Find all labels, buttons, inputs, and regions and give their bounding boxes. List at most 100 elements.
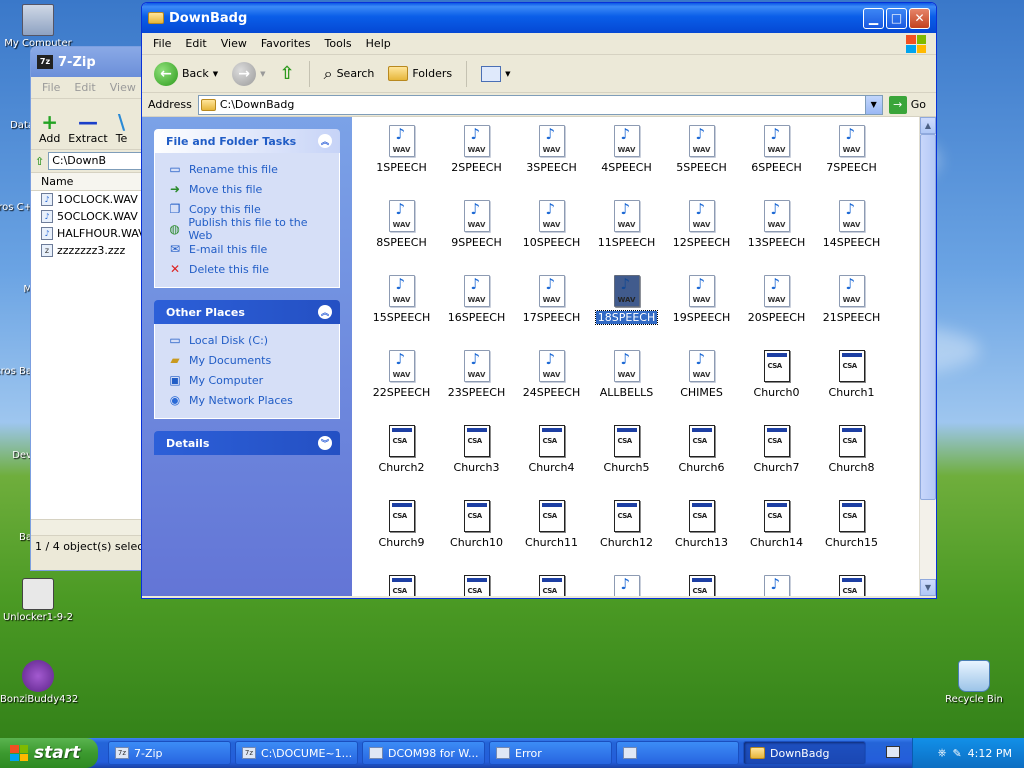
place-my-documents[interactable]: ▰ My Documents [167, 350, 329, 370]
zip-column-name[interactable]: Name [31, 173, 149, 191]
panel-header[interactable]: File and Folder Tasks ︽ [154, 129, 340, 153]
file-item[interactable]: 12SPEECH [664, 200, 739, 275]
keyboard-icon[interactable] [886, 746, 900, 758]
file-item[interactable]: 23SPEECH [439, 350, 514, 425]
task-downbadg[interactable]: DownBadg [743, 741, 866, 765]
file-item[interactable]: 9SPEECH [439, 200, 514, 275]
maximize-button[interactable]: □ [886, 7, 907, 29]
minimize-button[interactable]: ▁ [863, 7, 884, 29]
zip-titlebar[interactable]: 7z 7-Zip [31, 47, 149, 77]
file-item[interactable]: 13SPEECH [739, 200, 814, 275]
zip-menu-file[interactable]: File [35, 81, 67, 94]
expand-icon[interactable]: ︾ [318, 436, 332, 450]
collapse-icon[interactable]: ︽ [318, 305, 332, 319]
zip-menu-view[interactable]: View [103, 81, 143, 94]
desktop-icon-partial-micros[interactable]: Micros C+ [0, 178, 32, 213]
file-item[interactable] [514, 575, 589, 596]
file-item[interactable]: Church6 [664, 425, 739, 500]
task-delete[interactable]: ✕ Delete this file [167, 259, 329, 279]
file-view[interactable]: 1SPEECH 2SPEECH 3SPEECH 4SPEECH 5SPEECH 6SPEE… [352, 117, 936, 596]
desktop-icon-bonzibuddy[interactable]: BonziBuddy432 [0, 660, 78, 705]
file-item[interactable]: Church14 [739, 500, 814, 575]
menu-tools[interactable]: Tools [318, 37, 359, 50]
desktop-icon-my-computer[interactable]: My Computer [0, 4, 76, 49]
file-item[interactable]: 19SPEECH [664, 275, 739, 350]
search-button[interactable]: ⌕ Search [320, 62, 379, 86]
file-item[interactable] [364, 575, 439, 596]
zip-horizontal-scrollbar[interactable] [31, 519, 149, 535]
collapse-icon[interactable]: ︽ [318, 134, 332, 148]
file-item[interactable]: 16SPEECH [439, 275, 514, 350]
file-item[interactable]: 5SPEECH [664, 125, 739, 200]
file-item[interactable]: Church13 [664, 500, 739, 575]
desktop-icon-partial-micros-ba[interactable]: Micros Ba [0, 342, 32, 377]
file-item[interactable]: 7SPEECH [814, 125, 889, 200]
task-dcom98[interactable]: DCOM98 for W... [362, 741, 485, 765]
file-item[interactable]: 18SPEECH [589, 275, 664, 350]
address-field[interactable]: C:\DownBadg ▼ [197, 94, 883, 115]
file-item[interactable]: Church3 [439, 425, 514, 500]
desktop-icon-partial-m[interactable]: M [0, 260, 32, 295]
file-item[interactable]: 2SPEECH [439, 125, 514, 200]
file-item[interactable] [439, 575, 514, 596]
go-button[interactable]: → Go [888, 95, 932, 114]
network-tray-icon[interactable]: ⎈ [938, 746, 947, 760]
clock[interactable]: 4:12 PM [968, 747, 1012, 760]
file-item[interactable]: 6SPEECH [739, 125, 814, 200]
menu-favorites[interactable]: Favorites [254, 37, 318, 50]
file-item[interactable]: 10SPEECH [514, 200, 589, 275]
chevron-down-icon[interactable]: ▼ [864, 95, 882, 114]
task-error[interactable]: Error [489, 741, 612, 765]
file-item[interactable] [814, 575, 889, 596]
desktop-icon-partial-data[interactable]: Data [0, 96, 34, 131]
file-item[interactable]: 3SPEECH [514, 125, 589, 200]
task-publish[interactable]: ◍ Publish this file to the Web [167, 216, 329, 242]
forward-button[interactable]: → ▼ [228, 60, 269, 88]
file-item[interactable]: Church8 [814, 425, 889, 500]
file-item[interactable]: 14SPEECH [814, 200, 889, 275]
menu-help[interactable]: Help [359, 37, 398, 50]
file-item[interactable]: Church4 [514, 425, 589, 500]
start-button[interactable]: start [0, 738, 98, 768]
file-item[interactable]: 1SPEECH [364, 125, 439, 200]
menu-view[interactable]: View [214, 37, 254, 50]
file-item[interactable]: 21SPEECH [814, 275, 889, 350]
desktop-icon-recycle-bin[interactable]: Recycle Bin [936, 660, 1012, 705]
views-button[interactable]: ▼ [477, 64, 514, 84]
file-item[interactable]: Church9 [364, 500, 439, 575]
file-item[interactable]: 22SPEECH [364, 350, 439, 425]
desktop-icon-partial-ba[interactable]: Ba [0, 508, 32, 543]
file-item[interactable]: CHIMES [664, 350, 739, 425]
scroll-down-icon[interactable]: ▼ [920, 579, 936, 596]
list-item[interactable]: z zzzzzzz3.zzz [31, 242, 149, 259]
explorer-titlebar[interactable]: DownBadg ▁ □ ✕ [142, 3, 936, 33]
file-item[interactable]: Church15 [814, 500, 889, 575]
file-item[interactable]: 20SPEECH [739, 275, 814, 350]
task-rename[interactable]: ▭ Rename this file [167, 159, 329, 179]
file-item[interactable]: Church10 [439, 500, 514, 575]
file-item[interactable]: ALLBELLS [589, 350, 664, 425]
tools-tray-icon[interactable]: ✎ [952, 747, 961, 760]
file-item[interactable]: 17SPEECH [514, 275, 589, 350]
file-item[interactable] [589, 575, 664, 596]
zip-extract-button[interactable]: — Extract [68, 110, 107, 145]
zip-test-button[interactable]: \ Te [116, 110, 128, 145]
back-button[interactable]: ← Back ▼ [150, 60, 222, 88]
task-untitled[interactable] [616, 741, 739, 765]
file-item[interactable]: 24SPEECH [514, 350, 589, 425]
close-button[interactable]: ✕ [909, 7, 930, 29]
zip-address-field[interactable]: C:\DownB [48, 152, 145, 170]
list-item[interactable]: ♪ 5OCLOCK.WAV [31, 208, 149, 225]
file-item[interactable]: 4SPEECH [589, 125, 664, 200]
list-item[interactable]: ♪ 1OCLOCK.WAV [31, 191, 149, 208]
up-folder-icon[interactable]: ⇧ [35, 155, 44, 168]
file-item[interactable]: Church2 [364, 425, 439, 500]
scroll-thumb[interactable] [920, 134, 936, 500]
panel-header[interactable]: Details ︾ [154, 431, 340, 455]
zip-menu-edit[interactable]: Edit [67, 81, 102, 94]
task-7zip[interactable]: 7z 7-Zip [108, 741, 231, 765]
scroll-up-icon[interactable]: ▲ [920, 117, 936, 134]
desktop-icon-unlocker[interactable]: Unlocker1-9-2 [0, 578, 76, 623]
file-item[interactable]: Church7 [739, 425, 814, 500]
task-email[interactable]: ✉ E-mail this file [167, 239, 329, 259]
